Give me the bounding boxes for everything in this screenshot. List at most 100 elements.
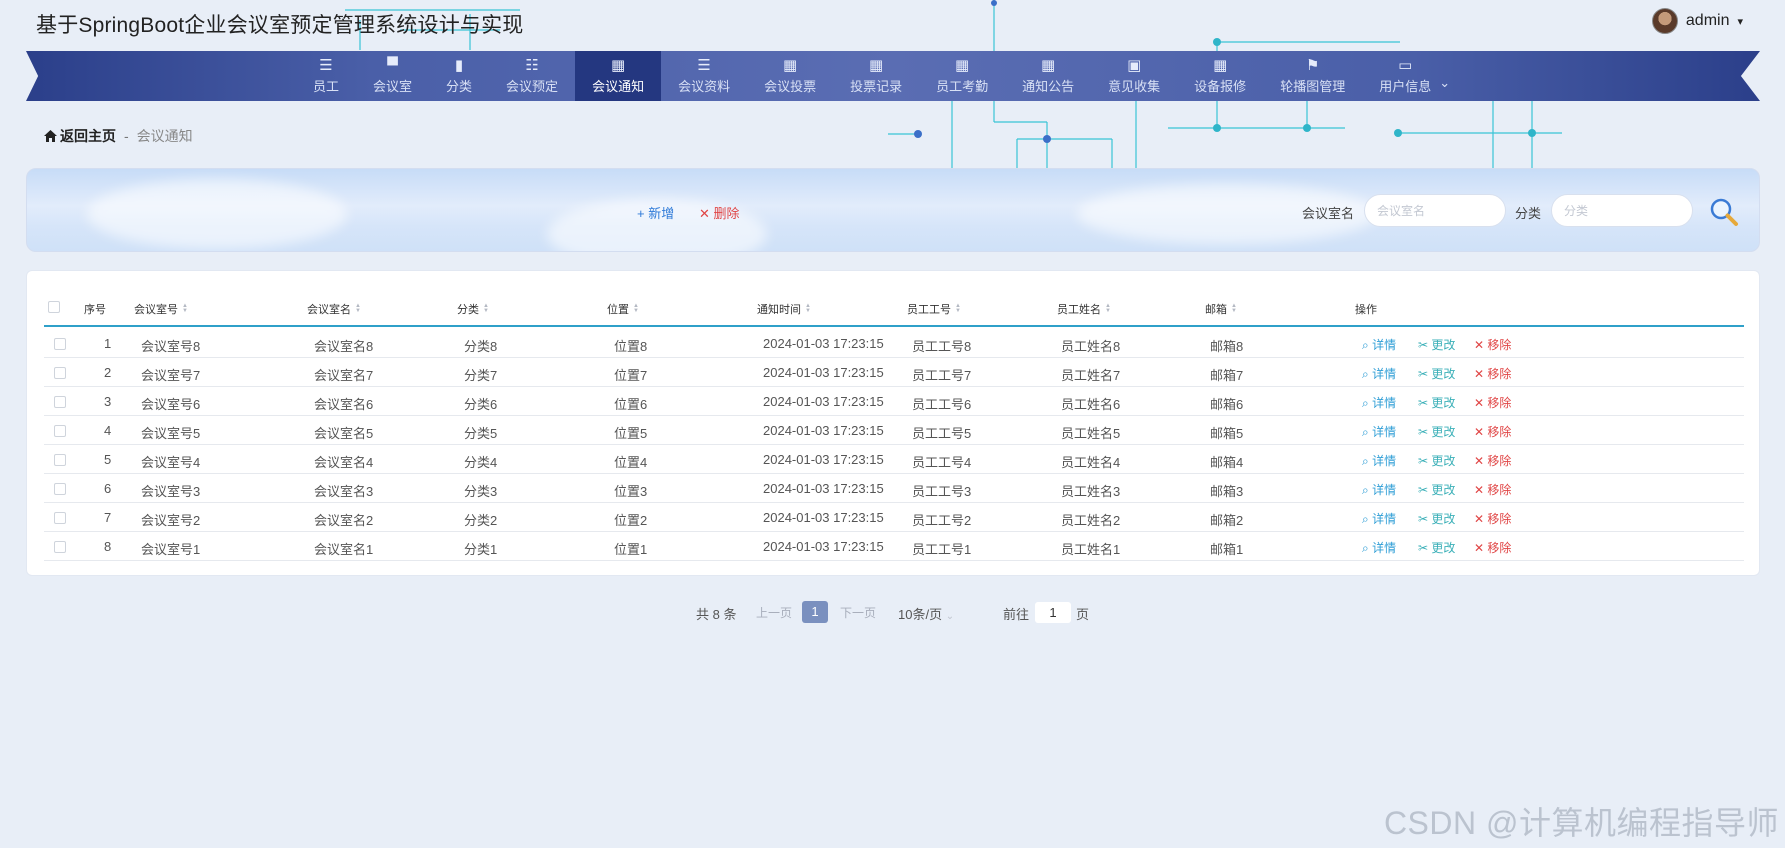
detail-button[interactable]: ⌕ 详情	[1362, 452, 1396, 469]
edit-icon[interactable]: ✂	[1418, 483, 1431, 497]
remove-label[interactable]: 移除	[1487, 425, 1511, 439]
remove-icon[interactable]: ✕	[1474, 541, 1487, 555]
row-checkbox[interactable]	[54, 425, 66, 437]
remove-icon[interactable]: ✕	[1474, 367, 1487, 381]
nav-item-label[interactable]: 会议通知	[592, 76, 644, 95]
category-input[interactable]	[1551, 194, 1693, 227]
remove-button[interactable]: ✕ 移除	[1474, 452, 1511, 469]
remove-label[interactable]: 移除	[1487, 338, 1511, 352]
breadcrumb-home[interactable]: 返回主页	[44, 126, 116, 146]
chevron-down-icon[interactable]: ⌄	[1439, 75, 1450, 91]
sort-icon[interactable]: ▲ ▼	[182, 303, 188, 314]
remove-button[interactable]: ✕ 移除	[1474, 481, 1511, 498]
table-row[interactable]: 2 会议室号7 会议室名7 分类7 位置7 2024-01-03 17:23:15 员工工号…	[44, 358, 1744, 387]
row-checkbox[interactable]	[54, 512, 66, 524]
edit-icon[interactable]: ✂	[1418, 512, 1431, 526]
nav-item-7[interactable]: ▦ 投票记录	[833, 51, 919, 101]
nav-item-label[interactable]: 会议资料	[678, 76, 730, 95]
nav-item-label[interactable]: 会议预定	[506, 76, 558, 95]
nav-item-label[interactable]: 设备报修	[1194, 76, 1246, 95]
edit-button[interactable]: ✂ 更改	[1418, 481, 1455, 498]
column-header[interactable]: 员工工号 ▲ ▼	[907, 301, 961, 317]
table-row[interactable]: 5 会议室号4 会议室名4 分类4 位置4 2024-01-03 17:23:15 员工工号…	[44, 445, 1744, 474]
nav-item-3[interactable]: ☷ 会议预定	[489, 51, 575, 101]
edit-button[interactable]: ✂ 更改	[1418, 336, 1455, 353]
page-size-select[interactable]: 10条/页 ⌄	[898, 604, 954, 623]
remove-label[interactable]: 移除	[1487, 483, 1511, 497]
add-button[interactable]: + 新增	[637, 203, 674, 222]
detail-icon[interactable]: ⌕	[1362, 425, 1372, 439]
sort-icon[interactable]: ▲ ▼	[1105, 303, 1111, 314]
column-header[interactable]: 位置 ▲ ▼	[607, 301, 639, 317]
detail-label[interactable]: 详情	[1372, 483, 1396, 497]
page-1-button[interactable]: 1	[802, 601, 828, 623]
column-header[interactable]: 通知时间 ▲ ▼	[757, 301, 811, 317]
edit-button[interactable]: ✂ 更改	[1418, 510, 1455, 527]
table-row[interactable]: 8 会议室号1 会议室名1 分类1 位置1 2024-01-03 17:23:15 员工工号…	[44, 532, 1744, 561]
remove-icon[interactable]: ✕	[1474, 512, 1487, 526]
nav-item-4[interactable]: ▦ 会议通知	[575, 51, 662, 101]
detail-icon[interactable]: ⌕	[1362, 541, 1372, 555]
page-size-value[interactable]: 10条/页	[898, 607, 942, 622]
edit-button[interactable]: ✂ 更改	[1418, 365, 1455, 382]
edit-label[interactable]: 更改	[1431, 425, 1455, 439]
column-header[interactable]: 邮箱 ▲ ▼	[1205, 301, 1237, 317]
remove-label[interactable]: 移除	[1487, 454, 1511, 468]
remove-button[interactable]: ✕ 移除	[1474, 539, 1511, 556]
edit-label[interactable]: 更改	[1431, 541, 1455, 555]
remove-button[interactable]: ✕ 移除	[1474, 365, 1511, 382]
detail-button[interactable]: ⌕ 详情	[1362, 336, 1396, 353]
next-page-button[interactable]: 下一页	[840, 604, 876, 621]
row-checkbox[interactable]	[54, 367, 66, 379]
nav-item-1[interactable]: ▀ 会议室	[356, 51, 429, 101]
edit-button[interactable]: ✂ 更改	[1418, 394, 1455, 411]
sort-icon[interactable]: ▲ ▼	[355, 303, 361, 314]
edit-label[interactable]: 更改	[1431, 338, 1455, 352]
remove-label[interactable]: 移除	[1487, 512, 1511, 526]
table-row[interactable]: 1 会议室号8 会议室名8 分类8 位置8 2024-01-03 17:23:15 员工工号…	[44, 329, 1744, 358]
column-header[interactable]: 会议室名 ▲ ▼	[307, 301, 361, 317]
breadcrumb-home-label[interactable]: 返回主页	[60, 126, 116, 146]
sort-icon[interactable]: ▲ ▼	[955, 303, 961, 314]
goto-page-input[interactable]	[1035, 602, 1071, 623]
sort-icon[interactable]: ▲ ▼	[483, 303, 489, 314]
edit-icon[interactable]: ✂	[1418, 454, 1431, 468]
detail-label[interactable]: 详情	[1372, 338, 1396, 352]
edit-label[interactable]: 更改	[1431, 396, 1455, 410]
row-checkbox[interactable]	[54, 338, 66, 350]
row-checkbox[interactable]	[54, 483, 66, 495]
nav-item-11[interactable]: ▦ 设备报修	[1177, 51, 1263, 101]
nav-item-label[interactable]: 会议室	[373, 76, 412, 95]
edit-icon[interactable]: ✂	[1418, 367, 1431, 381]
caret-down-icon[interactable]: ▾	[1737, 15, 1743, 28]
chevron-down-icon[interactable]: ⌄	[946, 611, 954, 622]
row-checkbox[interactable]	[54, 396, 66, 408]
detail-button[interactable]: ⌕ 详情	[1362, 510, 1396, 527]
delete-button[interactable]: ✕ 删除	[699, 203, 740, 222]
edit-label[interactable]: 更改	[1431, 454, 1455, 468]
username[interactable]: admin	[1686, 12, 1730, 30]
nav-item-label[interactable]: 会议投票	[764, 76, 816, 95]
table-row[interactable]: 6 会议室号3 会议室名3 分类3 位置3 2024-01-03 17:23:15 员工工号…	[44, 474, 1744, 503]
edit-icon[interactable]: ✂	[1418, 425, 1431, 439]
detail-label[interactable]: 详情	[1372, 512, 1396, 526]
search-icon[interactable]	[1709, 197, 1739, 227]
prev-page-button[interactable]: 上一页	[756, 604, 792, 621]
edit-label[interactable]: 更改	[1431, 483, 1455, 497]
remove-label[interactable]: 移除	[1487, 367, 1511, 381]
column-header[interactable]: 会议室号 ▲ ▼	[134, 301, 188, 317]
detail-button[interactable]: ⌕ 详情	[1362, 481, 1396, 498]
table-row[interactable]: 7 会议室号2 会议室名2 分类2 位置2 2024-01-03 17:23:15 员工工号…	[44, 503, 1744, 532]
remove-icon[interactable]: ✕	[1474, 396, 1487, 410]
detail-label[interactable]: 详情	[1372, 396, 1396, 410]
room-name-input[interactable]	[1364, 194, 1506, 227]
nav-item-2[interactable]: ▮ 分类	[429, 51, 489, 101]
detail-label[interactable]: 详情	[1372, 367, 1396, 381]
column-header[interactable]: 分类 ▲ ▼	[457, 301, 489, 317]
nav-item-label[interactable]: 用户信息	[1379, 76, 1431, 95]
nav-item-9[interactable]: ▦ 通知公告	[1005, 51, 1091, 101]
edit-button[interactable]: ✂ 更改	[1418, 423, 1455, 440]
detail-icon[interactable]: ⌕	[1362, 483, 1372, 497]
edit-icon[interactable]: ✂	[1418, 396, 1431, 410]
sort-icon[interactable]: ▲ ▼	[1231, 303, 1237, 314]
